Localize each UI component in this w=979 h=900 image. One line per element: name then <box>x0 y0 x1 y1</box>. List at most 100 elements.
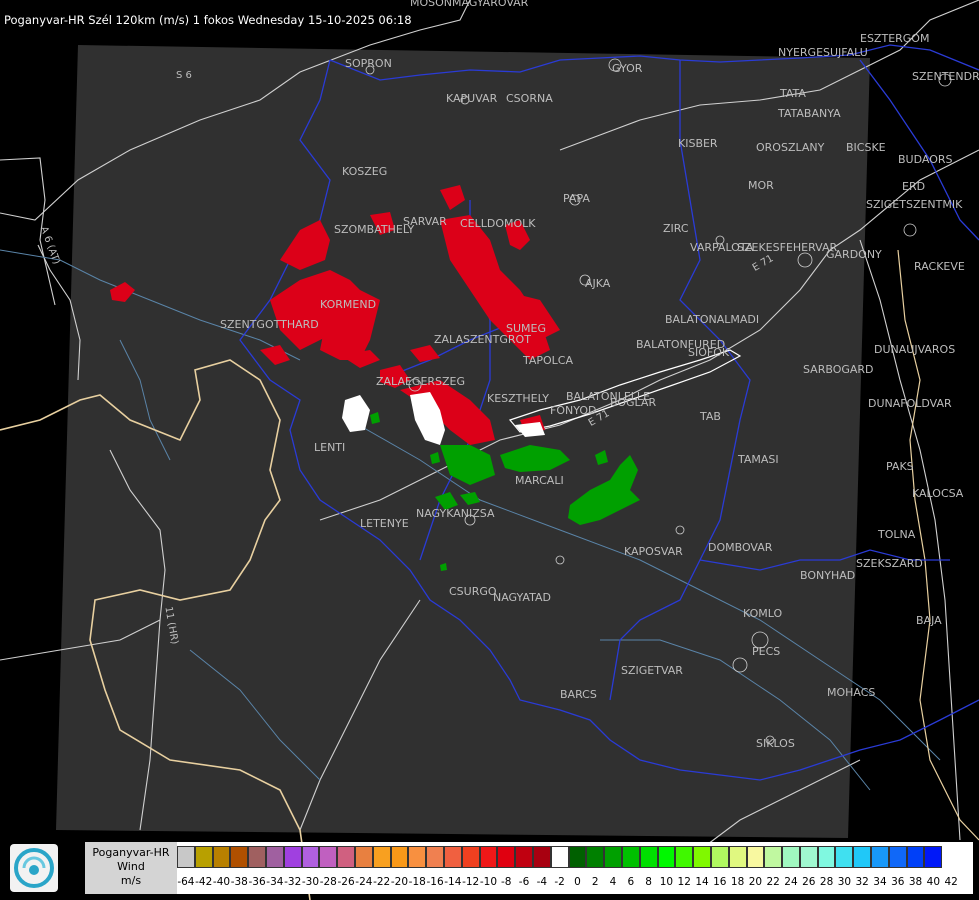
legend-swatch <box>586 846 605 868</box>
legend-value-label: -64 <box>177 876 195 888</box>
city-label: TAPOLCA <box>523 354 574 367</box>
legend-value-label: -6 <box>518 876 530 888</box>
city-label: SOPRON <box>345 57 392 70</box>
city-label: DOMBOVAR <box>708 541 773 554</box>
city-label: DUNAFOLDVAR <box>868 397 952 410</box>
legend-swatch <box>212 846 231 868</box>
legend-swatch <box>710 846 729 868</box>
city-label: BOGLAR <box>610 396 657 409</box>
legend-value-label: -20 <box>390 876 409 888</box>
city-label: SZIGETVAR <box>621 664 683 677</box>
city-label: LETENYE <box>360 517 409 530</box>
legend-swatch <box>728 846 747 868</box>
city-label: CELLDOMOLK <box>460 217 536 230</box>
legend-swatch <box>283 846 302 868</box>
legend-value-label: 14 <box>695 876 709 888</box>
city-label: ZIRC <box>663 222 689 235</box>
legend-swatch <box>426 846 444 868</box>
legend-swatch <box>194 846 213 868</box>
city-label: KOSZEG <box>342 165 388 178</box>
legend-value-label: -32 <box>284 876 302 888</box>
city-label: SZIGETSZENTMIK <box>866 198 963 211</box>
city-label: KISBER <box>678 137 718 150</box>
city-label: NYERGESUJFALU <box>778 46 868 59</box>
legend-swatch <box>746 846 765 868</box>
legend-swatch <box>871 846 889 868</box>
legend-swatch <box>177 846 195 868</box>
legend-value-label: 12 <box>677 876 691 888</box>
city-label: SIKLOS <box>756 737 795 750</box>
legend-swatch <box>657 846 676 868</box>
legend-value-label: 10 <box>659 876 674 888</box>
legend-swatch <box>354 846 373 868</box>
city-label: BARCS <box>560 688 597 701</box>
city-label: KALOCSA <box>912 487 964 500</box>
city-label: NAGYATAD <box>493 591 551 604</box>
legend-value-label: 8 <box>645 876 652 888</box>
legend-value-label: 36 <box>891 876 905 888</box>
legend-swatch <box>390 846 409 868</box>
city-label: SZEKESFEHERVAR <box>737 241 838 254</box>
city-label: BICSKE <box>846 141 886 154</box>
legend-value-label: 28 <box>819 876 834 888</box>
legend-swatch <box>337 846 355 868</box>
legend-value-label: 38 <box>908 876 923 888</box>
legend-labels: -64 -42 -40 -38 -36 -34 -32 -30 -28 -26 -24 -22 -20-… <box>177 876 960 890</box>
city-label: KAPOSVAR <box>624 545 683 558</box>
city-label: GYOR <box>612 62 643 75</box>
legend-swatch <box>515 846 533 868</box>
legend-value-label: -2 <box>554 876 565 888</box>
legend-swatch <box>693 846 711 868</box>
legend-swatch <box>906 846 925 868</box>
legend-swatch <box>621 846 640 868</box>
city-label: CSORNA <box>506 92 553 105</box>
legend-swatch <box>764 846 783 868</box>
city-label: PAKS <box>886 460 914 473</box>
city-label: TAB <box>700 410 721 423</box>
legend-value-label: -10 <box>479 876 498 888</box>
city-label: RACKEVE <box>914 260 965 273</box>
legend-swatch <box>817 846 836 868</box>
city-label: ZALAEGERSZEG <box>376 375 466 388</box>
legend-value-label: 6 <box>627 876 635 888</box>
legend-swatch <box>479 846 498 868</box>
legend-swatch <box>888 846 907 868</box>
logo-icon <box>10 844 58 892</box>
city-label: TOLNA <box>878 528 916 541</box>
city-label: MARCALI <box>515 474 564 487</box>
city-label: DUNAUJVAROS <box>874 343 956 356</box>
city-label: MOHACS <box>827 686 876 699</box>
legend-value-label: -24 <box>355 876 373 888</box>
legend-value-label: -40 <box>212 876 231 888</box>
city-label: SZOMBATHELY <box>334 223 415 236</box>
legend-swatch <box>319 846 338 868</box>
legend-swatch <box>604 846 622 868</box>
legend-swatch <box>265 846 284 868</box>
legend-title-line: m/s <box>120 874 142 887</box>
legend-value-label: 40 <box>926 876 941 888</box>
city-label: ERD <box>902 180 926 193</box>
city-label: TATA <box>780 87 806 100</box>
city-label: CSURGO <box>449 585 497 598</box>
legend-swatch <box>532 846 551 868</box>
legend-value-label: 18 <box>730 876 745 888</box>
legend-swatch <box>230 846 249 868</box>
city-label: TATABANYA <box>778 107 841 120</box>
legend-value-label: -4 <box>536 876 548 888</box>
legend-swatch <box>675 846 694 868</box>
city-label: KAPUVAR <box>446 92 498 105</box>
legend-value-label: -34 <box>266 876 284 888</box>
city-label: GARDONY <box>826 248 882 261</box>
legend-value-label: -38 <box>230 876 248 888</box>
legend-value-label: -16 <box>426 876 444 888</box>
legend-title-line: Wind <box>117 860 145 873</box>
city-label: AJKA <box>585 277 611 290</box>
legend-value-label: 42 <box>944 876 958 888</box>
city-label: SARBOGARD <box>803 363 874 376</box>
city-label: KORMEND <box>320 298 377 311</box>
legend-value-label: -8 <box>501 876 512 888</box>
legend-value-label: 16 <box>713 876 727 888</box>
city-label: SIOFOK <box>688 346 730 359</box>
legend-swatch <box>408 846 427 868</box>
city-label: SZEKSZARD <box>856 557 923 570</box>
